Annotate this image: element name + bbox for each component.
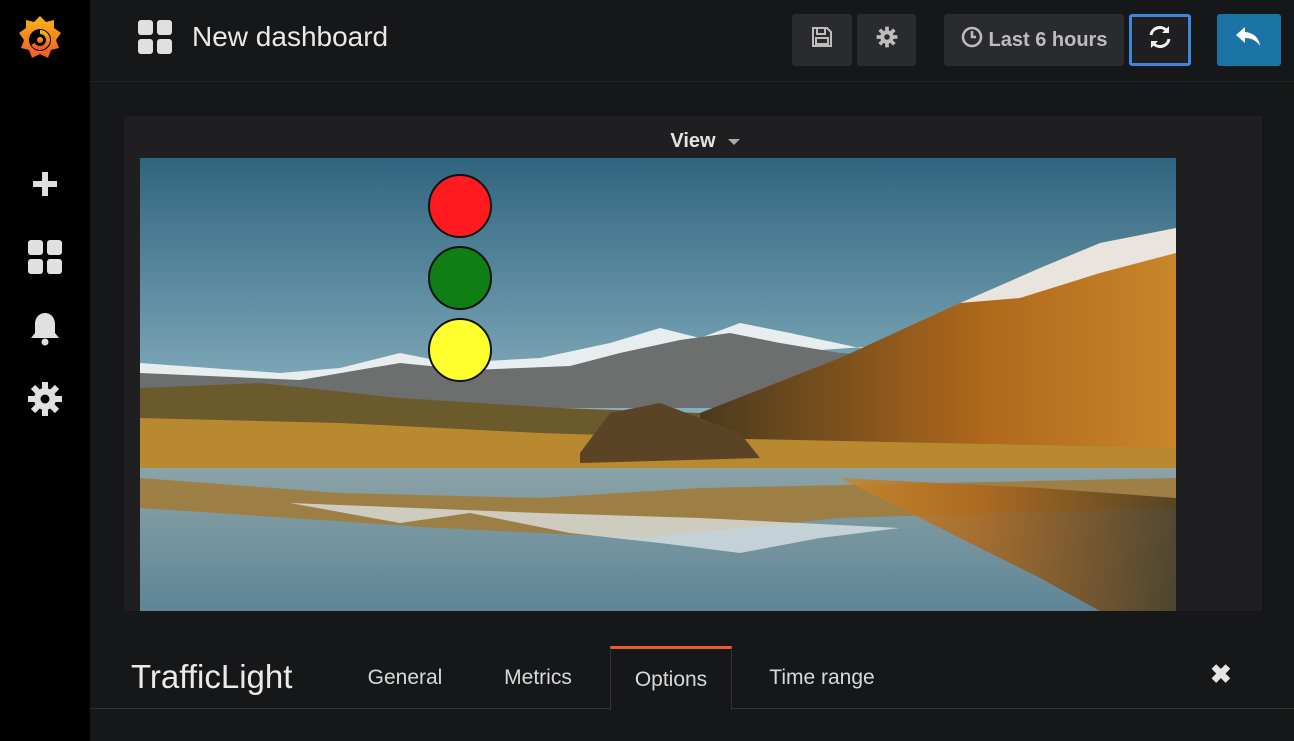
main-area: New dashboard Last 6 hours View TrafficL… bbox=[90, 0, 1294, 741]
settings-button[interactable] bbox=[857, 14, 916, 66]
close-icon[interactable]: ✖ bbox=[1210, 661, 1234, 687]
gear-icon bbox=[876, 26, 898, 54]
dashboard-grid-icon bbox=[138, 20, 172, 54]
dashboard-title-label: New dashboard bbox=[192, 21, 389, 52]
tab-general[interactable]: General bbox=[354, 646, 456, 709]
time-range-label: Last 6 hours bbox=[988, 28, 1108, 51]
back-button[interactable] bbox=[1217, 14, 1281, 66]
refresh-button[interactable] bbox=[1129, 14, 1191, 66]
bell-icon[interactable] bbox=[26, 309, 64, 347]
landscape-background-image bbox=[140, 158, 1176, 611]
dashboards-icon[interactable] bbox=[26, 238, 64, 276]
panel-editor-tabs: TrafficLight General Metrics Options Tim… bbox=[90, 646, 1294, 710]
tab-metrics[interactable]: Metrics bbox=[484, 646, 592, 709]
clock-icon bbox=[961, 26, 983, 54]
panel-title-label: View bbox=[670, 130, 716, 152]
dashboard-title[interactable]: New dashboard bbox=[138, 20, 388, 54]
grafana-logo-icon[interactable] bbox=[16, 12, 64, 64]
save-button[interactable] bbox=[792, 14, 852, 66]
top-navbar: New dashboard Last 6 hours bbox=[90, 0, 1294, 82]
tab-time-range[interactable]: Time range bbox=[752, 646, 892, 709]
plus-icon[interactable] bbox=[26, 165, 64, 203]
panel-type-title: TrafficLight bbox=[131, 658, 293, 695]
sidebar bbox=[0, 0, 90, 741]
gear-icon[interactable] bbox=[26, 380, 64, 418]
panel-title[interactable]: View bbox=[124, 130, 1286, 153]
traffic-light-green bbox=[428, 246, 492, 310]
save-icon bbox=[811, 26, 833, 54]
traffic-light-panel: View bbox=[124, 116, 1262, 611]
back-arrow-icon bbox=[1235, 25, 1263, 55]
tab-label: Time range bbox=[769, 665, 875, 689]
tab-label: Metrics bbox=[504, 665, 572, 689]
tab-label: General bbox=[367, 665, 443, 689]
traffic-light-yellow bbox=[428, 318, 492, 382]
tab-label: Options bbox=[634, 667, 708, 691]
tab-options[interactable]: Options bbox=[610, 646, 732, 710]
refresh-icon bbox=[1147, 24, 1173, 56]
time-picker-button[interactable]: Last 6 hours bbox=[944, 14, 1124, 66]
traffic-light-red bbox=[428, 174, 492, 238]
caret-down-icon bbox=[727, 138, 740, 145]
